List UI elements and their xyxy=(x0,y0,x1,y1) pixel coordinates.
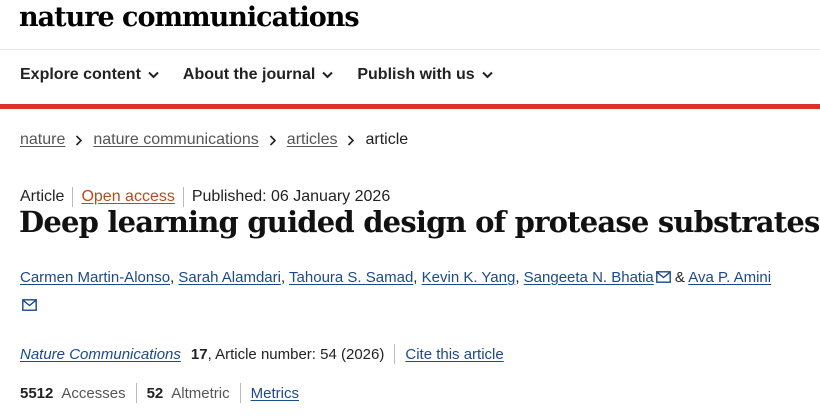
author-link[interactable]: Ava P. Amini xyxy=(688,269,771,286)
divider xyxy=(239,383,241,403)
chevron-right-icon xyxy=(269,134,277,146)
breadcrumb-nature[interactable]: nature xyxy=(20,131,65,149)
article-title: Deep learning guided design of protease … xyxy=(19,205,820,239)
divider xyxy=(394,344,396,364)
breadcrumb-current: article xyxy=(365,131,409,148)
breadcrumb-nature-communications[interactable]: nature communications xyxy=(93,131,258,149)
chevron-down-icon xyxy=(322,71,334,79)
open-access-link[interactable]: Open access xyxy=(81,188,174,206)
cite-this-article-link[interactable]: Cite this article xyxy=(405,346,503,363)
author-link[interactable]: Tahoura S. Samad xyxy=(289,269,413,286)
author-list: Carmen Martin-Alonso, Sarah Alamdari, Ta… xyxy=(20,264,780,320)
nav-explore-content[interactable]: Explore content xyxy=(20,66,159,84)
breadcrumb: nature nature communications articles ar… xyxy=(20,131,408,149)
accesses-label: Accesses xyxy=(61,384,126,402)
divider xyxy=(72,187,74,207)
main-nav: Explore content About the journal Publis… xyxy=(20,66,517,84)
article-number: , Article number: 54 (2026) xyxy=(207,345,385,363)
chevron-right-icon xyxy=(347,134,355,146)
journal-link[interactable]: Nature Communications xyxy=(20,346,181,363)
chevron-down-icon xyxy=(148,71,159,79)
divider xyxy=(182,187,184,207)
accesses-count: 5512 xyxy=(20,384,54,402)
citation-line: Nature Communications 17 , Article numbe… xyxy=(20,344,504,364)
brand-bar: nature communications xyxy=(0,0,820,50)
altmetric-count: 52 xyxy=(146,384,164,402)
author-link[interactable]: Kevin K. Yang xyxy=(422,269,516,286)
journal-logo[interactable]: nature communications xyxy=(19,2,360,33)
article-type: Article xyxy=(20,188,65,205)
email-icon[interactable] xyxy=(655,271,671,283)
published-date: Published: 06 January 2026 xyxy=(191,188,391,205)
author-link[interactable]: Sarah Alamdari xyxy=(178,269,281,286)
divider xyxy=(135,383,137,403)
nav-label: Publish with us xyxy=(357,66,475,83)
nav-label: About the journal xyxy=(182,66,316,83)
article-meta: Article Open access Published: 06 Januar… xyxy=(20,187,390,207)
chevron-down-icon xyxy=(481,71,493,79)
breadcrumb-articles[interactable]: articles xyxy=(287,131,338,149)
metrics-link[interactable]: Metrics xyxy=(251,385,299,402)
nav-about-journal[interactable]: About the journal xyxy=(182,66,334,84)
author-link[interactable]: Carmen Martin-Alonso xyxy=(20,269,170,286)
accent-divider xyxy=(0,104,820,109)
volume-number: 17 xyxy=(190,345,208,363)
nav-publish-with-us[interactable]: Publish with us xyxy=(357,66,493,84)
chevron-right-icon xyxy=(75,134,83,146)
metrics-line: 5512 Accesses 52 Altmetric Metrics xyxy=(20,383,299,403)
nav-label: Explore content xyxy=(20,66,141,83)
author-link[interactable]: Sangeeta N. Bhatia xyxy=(524,269,654,286)
altmetric-label: Altmetric xyxy=(171,384,230,402)
email-icon[interactable] xyxy=(22,299,37,311)
